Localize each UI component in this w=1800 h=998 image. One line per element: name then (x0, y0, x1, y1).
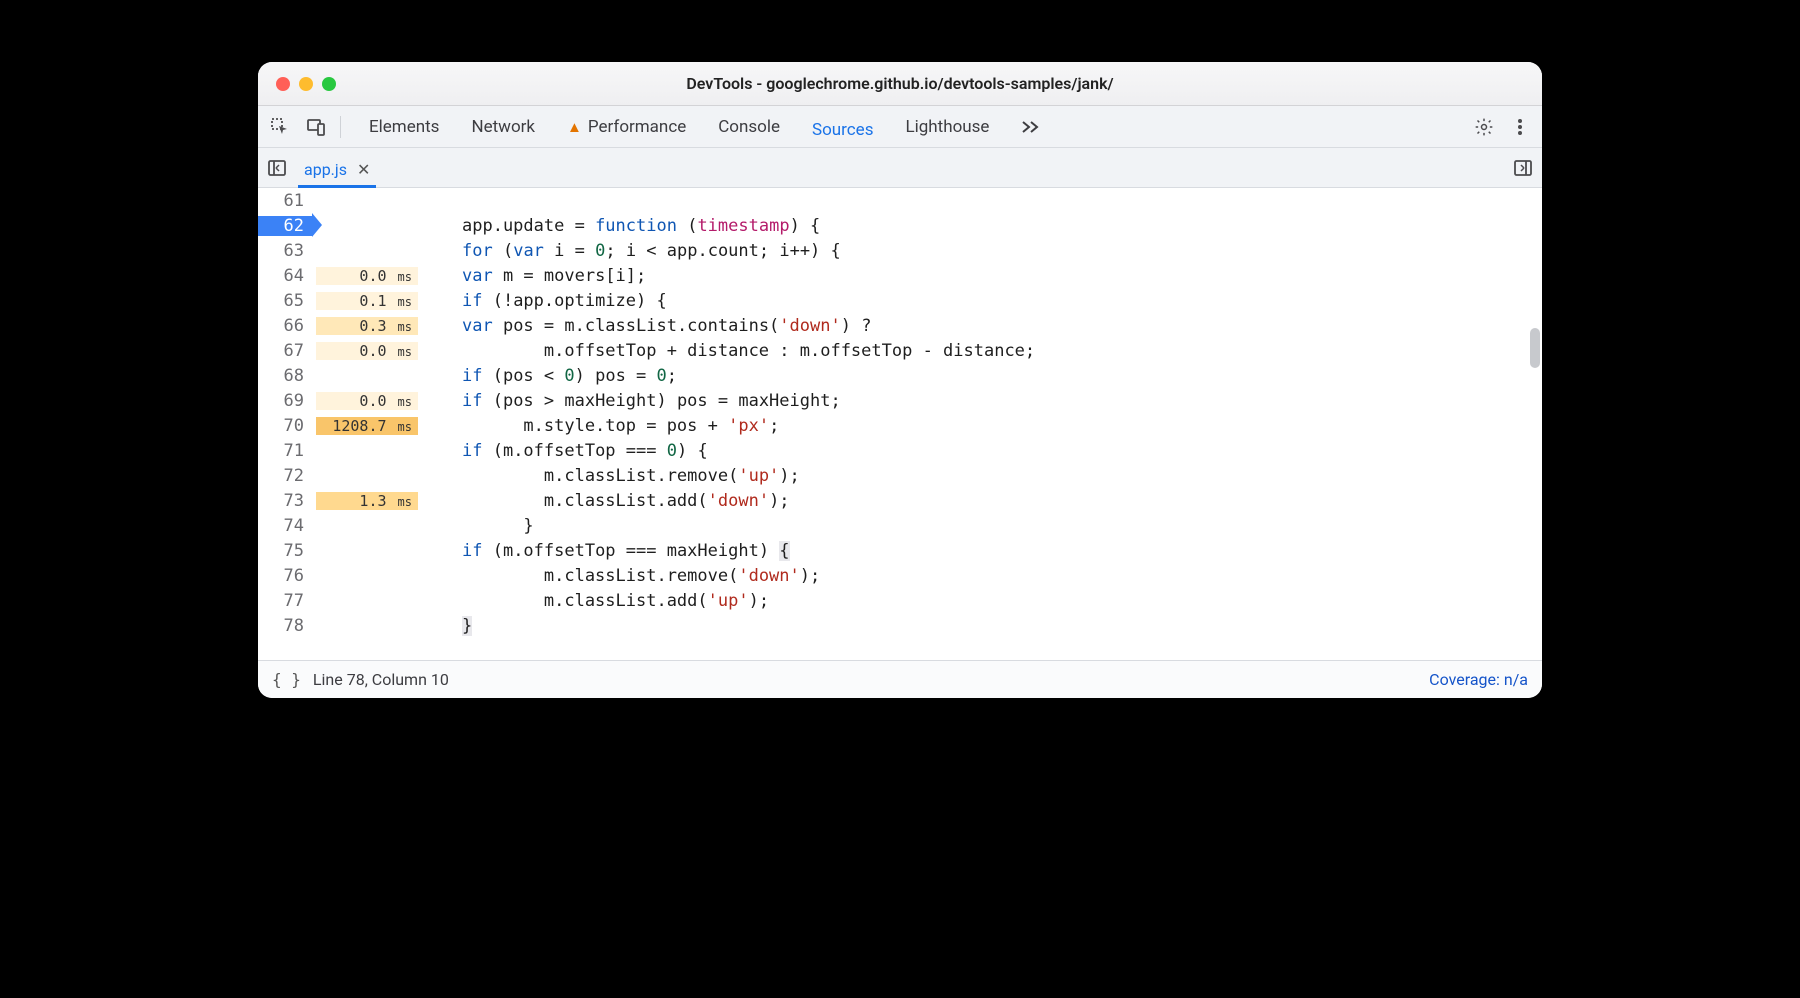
gutter[interactable]: 616263640.0 ms650.1 ms660.3 ms670.0 ms68… (258, 188, 418, 660)
cursor-position: Line 78, Column 10 (313, 670, 449, 689)
tab-performance[interactable]: ▲Performance (565, 111, 688, 143)
close-tab-icon[interactable]: ✕ (357, 160, 370, 179)
coverage-link[interactable]: Coverage: n/a (1429, 670, 1528, 689)
show-debugger-icon[interactable] (1512, 157, 1534, 179)
device-toolbar-icon[interactable] (304, 115, 328, 139)
window-title: DevTools - googlechrome.github.io/devtoo… (258, 74, 1542, 93)
tab-elements[interactable]: Elements (367, 111, 441, 143)
more-menu-icon[interactable] (1508, 115, 1532, 139)
close-window-button[interactable] (276, 77, 290, 91)
tab-sources[interactable]: Sources (810, 111, 875, 151)
file-tab-appjs[interactable]: app.js ✕ (298, 156, 376, 188)
tab-lighthouse[interactable]: Lighthouse (903, 111, 991, 143)
settings-icon[interactable] (1472, 115, 1496, 139)
minimize-window-button[interactable] (299, 77, 313, 91)
traffic-lights (276, 77, 336, 91)
warning-icon: ▲ (567, 118, 582, 136)
code-editor[interactable]: 616263640.0 ms650.1 ms660.3 ms670.0 ms68… (258, 188, 1542, 660)
tab-console[interactable]: Console (716, 111, 782, 143)
titlebar: DevTools - googlechrome.github.io/devtoo… (258, 62, 1542, 106)
inspect-element-icon[interactable] (268, 115, 292, 139)
devtools-window: DevTools - googlechrome.github.io/devtoo… (258, 62, 1542, 698)
file-tabbar: app.js ✕ (258, 148, 1542, 188)
scrollbar-thumb[interactable] (1530, 328, 1540, 368)
tab-overflow[interactable] (1019, 111, 1043, 143)
main-toolbar: Elements Network ▲Performance Console So… (258, 106, 1542, 148)
tab-network[interactable]: Network (469, 111, 537, 143)
panel-tabs: Elements Network ▲Performance Console So… (367, 111, 1043, 143)
code-content[interactable]: app.update = function (timestamp) { for … (418, 188, 1542, 660)
zoom-window-button[interactable] (322, 77, 336, 91)
pretty-print-icon[interactable]: { } (272, 670, 301, 689)
chevron-double-right-icon (1021, 120, 1041, 134)
show-navigator-icon[interactable] (266, 157, 288, 179)
statusbar: { } Line 78, Column 10 Coverage: n/a (258, 660, 1542, 698)
